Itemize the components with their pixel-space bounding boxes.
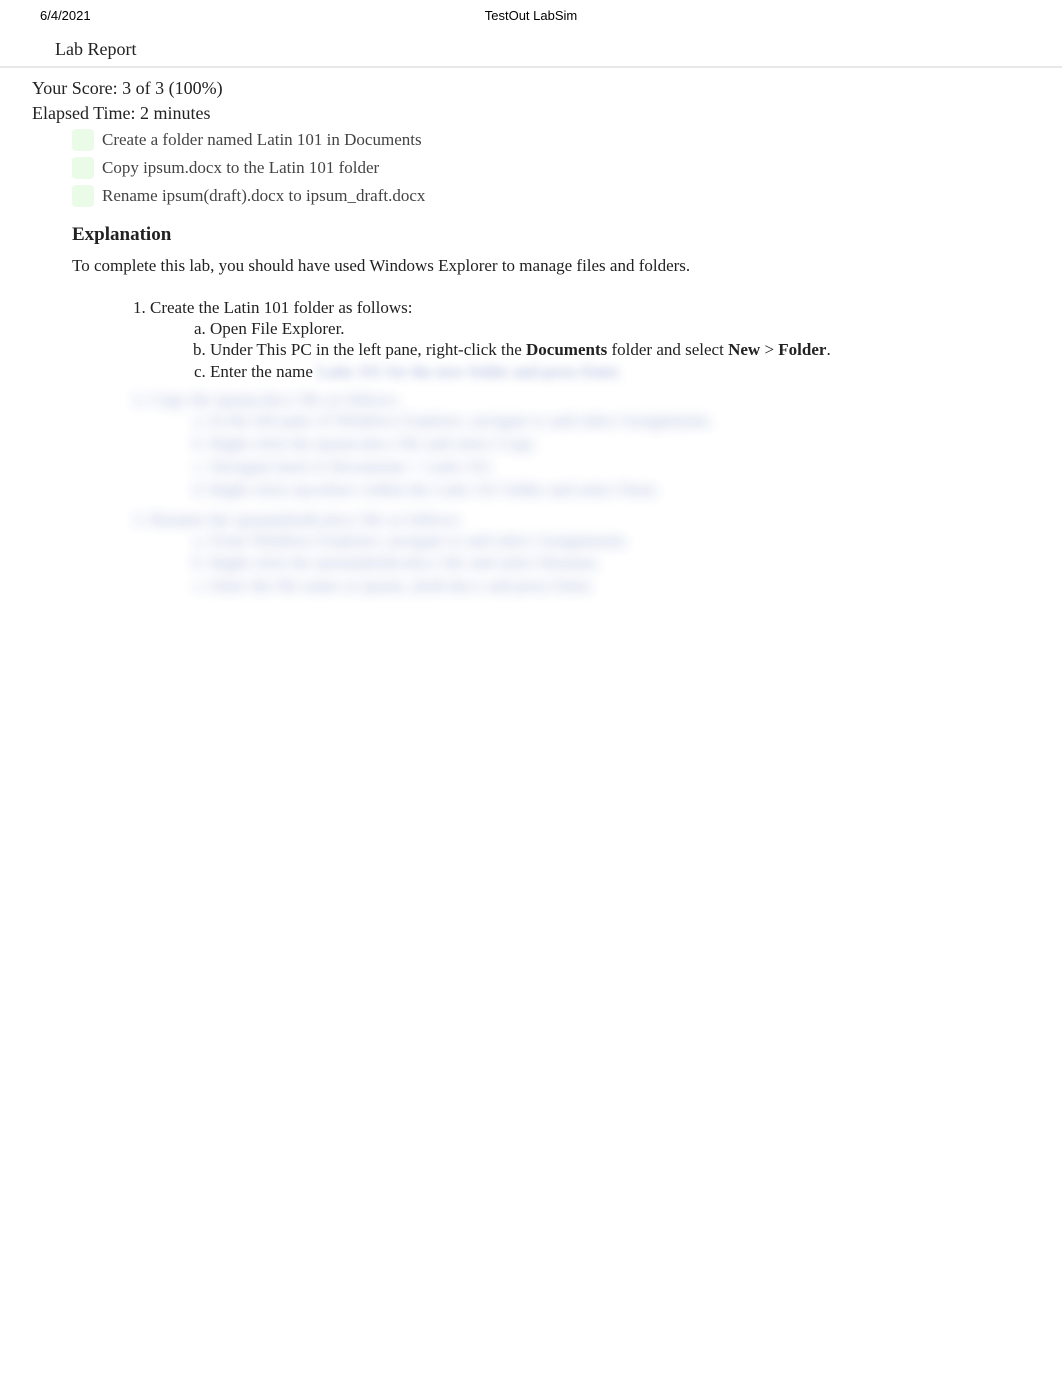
step-1c-blurred: Latin 101 for the new folder and press E… <box>313 362 622 381</box>
explanation-heading: Explanation <box>0 210 1062 252</box>
page-header: 6/4/2021 TestOut LabSim <box>0 0 1062 31</box>
checkmark-icon <box>72 185 94 207</box>
blurred-step-3: Rename the ipsum(draft).docx file as fol… <box>150 510 1022 607</box>
task-text: Copy ipsum.docx to the Latin 101 folder <box>102 158 379 178</box>
blurred-step-3b: Right-click the ipsum(draft).docx file a… <box>210 552 1022 575</box>
step-1b-text: Under This PC in the left pane, right-cl… <box>210 340 526 359</box>
header-app-title: TestOut LabSim <box>485 8 578 23</box>
task-text: Rename ipsum(draft).docx to ipsum_draft.… <box>102 186 425 206</box>
report-title: Lab Report <box>0 31 1062 68</box>
task-list: Create a folder named Latin 101 in Docum… <box>0 126 1062 210</box>
step-1b-documents: Documents <box>526 340 607 359</box>
blurred-step-2: Copy the ipsum.docx file as follows: In … <box>150 390 1022 510</box>
step-1b-new: New <box>728 340 760 359</box>
step-1: Create the Latin 101 folder as follows: … <box>150 298 1022 384</box>
step-1-title: Create the Latin 101 folder as follows: <box>150 298 412 317</box>
blurred-step-2c: Navigate back to Documents > Latin 101. <box>210 456 1022 479</box>
task-text: Create a folder named Latin 101 in Docum… <box>102 130 422 150</box>
blurred-step-3c: Enter the file name as ipsum_draft.docx … <box>210 575 1022 598</box>
step-1b-mid: folder and select <box>607 340 728 359</box>
step-1c: Enter the name Latin 101 for the new fol… <box>210 361 1022 382</box>
explanation-steps: Create the Latin 101 folder as follows: … <box>0 276 1062 606</box>
step-1b-folder: Folder <box>778 340 826 359</box>
step-1c-text: Enter the name <box>210 362 313 381</box>
step-1b: Under This PC in the left pane, right-cl… <box>210 339 1022 360</box>
blurred-step-2d: Right-click anywhere within the Latin 10… <box>210 479 1022 502</box>
blurred-step-2b: Right-click the ipsum.docx file and sele… <box>210 433 1022 456</box>
elapsed-time-line: Elapsed Time: 2 minutes <box>0 101 1062 126</box>
header-date: 6/4/2021 <box>40 8 91 23</box>
task-row: Copy ipsum.docx to the Latin 101 folder <box>72 154 1022 182</box>
blurred-content: Copy the ipsum.docx file as follows: In … <box>72 384 1022 607</box>
step-1b-gt: > <box>760 340 778 359</box>
blurred-step-2a: In the left pane of Windows Explorer, na… <box>210 410 1022 433</box>
checkmark-icon <box>72 129 94 151</box>
task-row: Create a folder named Latin 101 in Docum… <box>72 126 1022 154</box>
blurred-step-3a: From Windows Explorer, navigate to and s… <box>210 530 1022 553</box>
task-row: Rename ipsum(draft).docx to ipsum_draft.… <box>72 182 1022 210</box>
explanation-intro: To complete this lab, you should have us… <box>0 252 1062 276</box>
score-line: Your Score: 3 of 3 (100%) <box>0 68 1062 101</box>
checkmark-icon <box>72 157 94 179</box>
step-1a: Open File Explorer. <box>210 318 1022 339</box>
step-1b-suffix: . <box>826 340 830 359</box>
